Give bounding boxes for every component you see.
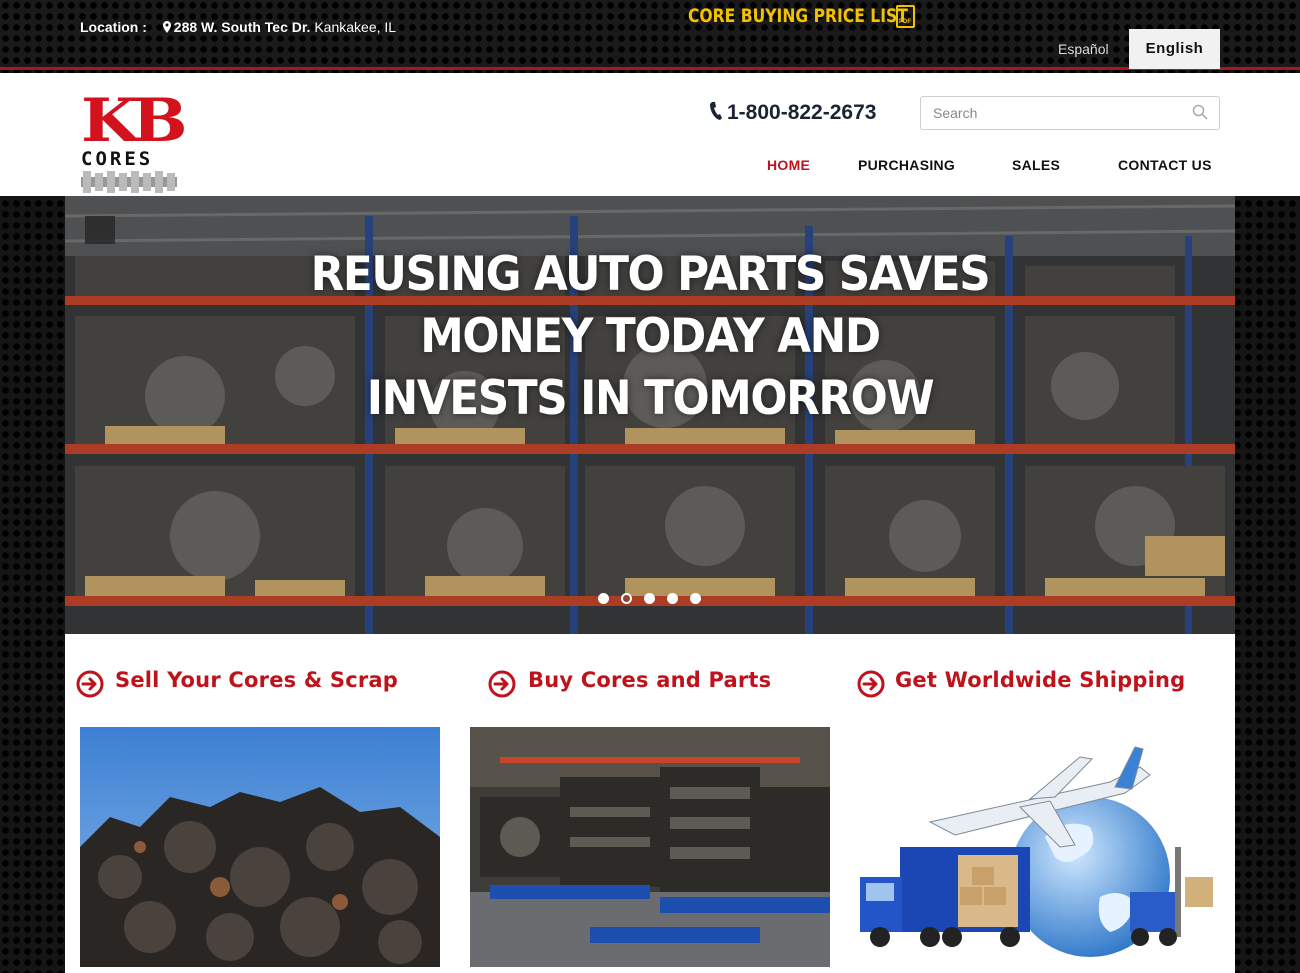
engine-cores-image[interactable]	[470, 727, 830, 967]
nav-sales[interactable]: SALES	[1012, 157, 1060, 173]
nav-contact-us[interactable]: CONTACT US	[1118, 157, 1212, 173]
location-label: Location :	[80, 19, 147, 35]
arrow-circle-icon[interactable]	[488, 670, 516, 698]
slide-dot-5[interactable]	[690, 593, 701, 604]
slide-dot-2[interactable]	[621, 593, 632, 604]
header	[0, 73, 1300, 196]
headline-line-3: INVESTS IN TOMORROW	[366, 371, 935, 426]
core-buying-price-list-link[interactable]: CORE BUYING PRICE LIST	[688, 5, 908, 27]
kb-cores-logo[interactable]: KB CORES	[81, 86, 188, 194]
hero-slider[interactable]: REUSING AUTO PARTS SAVES MONEY TODAY AND…	[65, 196, 1235, 634]
phone-icon	[710, 102, 722, 120]
search-input[interactable]	[920, 96, 1220, 130]
gear-strip-icon	[81, 171, 177, 193]
sell-cores-heading[interactable]: Sell Your Cores & Scrap	[115, 668, 398, 692]
nav-home[interactable]: HOME	[767, 157, 810, 173]
shipping-globe-image[interactable]	[860, 727, 1220, 967]
address-city: Kankakee, IL	[314, 19, 397, 35]
logo-cores: CORES	[81, 148, 154, 170]
arrow-circle-icon[interactable]	[76, 670, 104, 698]
address-street: 288 W. South Tec Dr.	[173, 19, 311, 35]
slide-overlay-box	[85, 216, 115, 244]
location: Location : 288 W. South Tec Dr. Kankakee…	[80, 19, 396, 35]
buy-cores-heading[interactable]: Buy Cores and Parts	[528, 668, 771, 692]
logo-kb: KB	[81, 86, 188, 156]
slide-dot-1[interactable]	[598, 593, 609, 604]
slide-headline: REUSING AUTO PARTS SAVES MONEY TODAY AND…	[106, 244, 1194, 430]
headline-line-2: MONEY TODAY AND	[420, 309, 881, 364]
slide-dot-3[interactable]	[644, 593, 655, 604]
map-pin-icon	[162, 21, 171, 33]
nav-purchasing[interactable]: PURCHASING	[858, 157, 955, 173]
phone-text: 1-800-822-2673	[727, 101, 877, 124]
pdf-label: PDF	[899, 19, 911, 25]
phone-number[interactable]: 1-800-822-2673	[709, 101, 876, 125]
arrow-circle-icon[interactable]	[857, 670, 885, 698]
pdf-icon[interactable]: PDF	[896, 5, 915, 28]
language-espanol[interactable]: Español	[1058, 41, 1109, 57]
search-icon[interactable]	[1192, 104, 1208, 120]
language-english[interactable]: English	[1129, 29, 1220, 69]
worldwide-shipping-heading[interactable]: Get Worldwide Shipping	[895, 668, 1185, 692]
slide-dot-4[interactable]	[667, 593, 678, 604]
scrap-pile-image[interactable]	[80, 727, 440, 967]
top-bar	[0, 0, 1300, 70]
headline-line-1: REUSING AUTO PARTS SAVES	[310, 247, 991, 302]
